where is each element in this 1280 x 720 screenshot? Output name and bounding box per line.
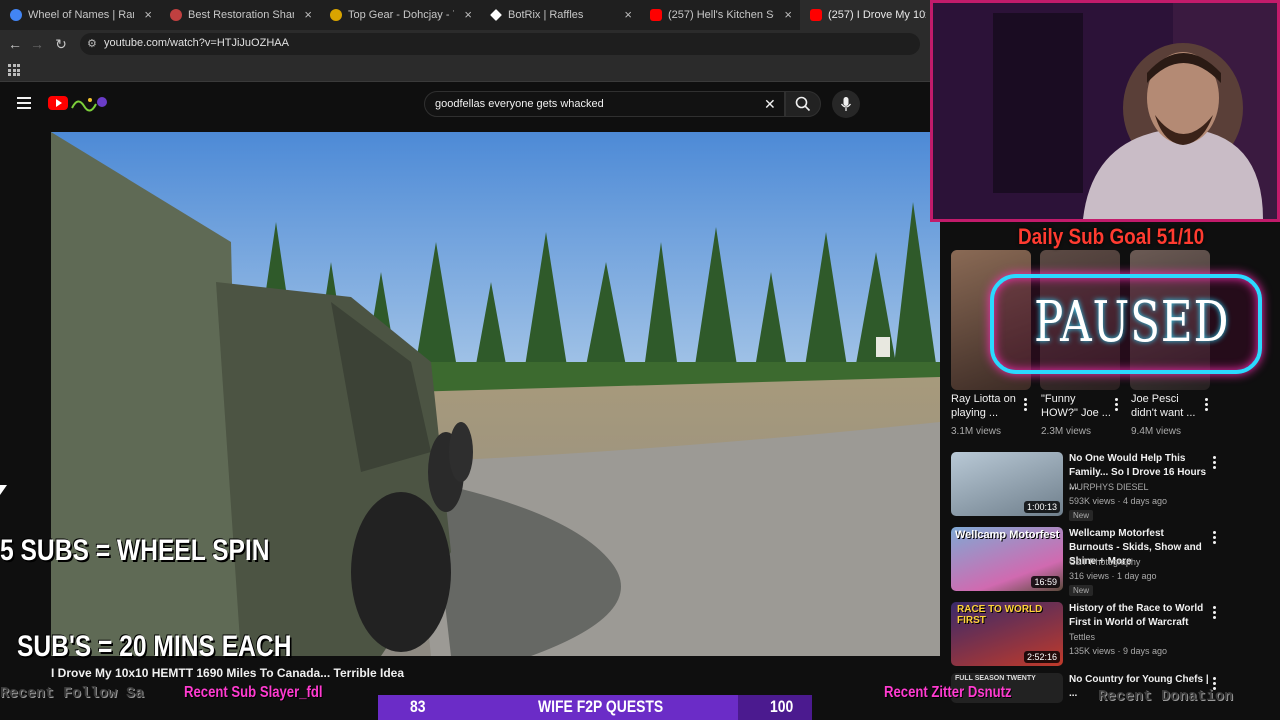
short-views: 2.3M views (1041, 426, 1092, 437)
recent-sub-ticker: Recent Sub Slayer_fdl (184, 684, 323, 701)
video-duration: 16:59 (1031, 576, 1060, 588)
new-badge: New (1069, 510, 1094, 521)
short-title[interactable]: Joe Pesci didn't want ... (1131, 392, 1203, 420)
video-thumbnail[interactable]: 1:00:13 (951, 452, 1063, 516)
forward-icon[interactable]: → (28, 35, 46, 53)
search-button[interactable] (785, 91, 821, 117)
address-bar-row: ← → ↻ ⚙ youtube.com/watch?v=HTJiJuOZHAA (0, 30, 930, 58)
browser-tab[interactable]: Wheel of Names | Random nam × (0, 0, 160, 30)
microphone-icon (840, 97, 852, 111)
close-tab-icon[interactable]: × (304, 7, 312, 22)
wheel-favicon-icon (10, 9, 22, 21)
close-tab-icon[interactable]: × (624, 7, 632, 22)
short-views: 9.4M views (1131, 426, 1182, 437)
tab-title: (257) I Drove My 10x10 HE (828, 9, 926, 21)
url-text: youtube.com/watch?v=HTJiJuOZHAA (104, 37, 289, 49)
close-tab-icon[interactable]: × (784, 7, 792, 22)
recent-donation-ticker: Recent Donation (1098, 688, 1234, 705)
tab-title: Best Restoration Shaman Talent (188, 9, 294, 21)
video-player[interactable] (51, 132, 940, 656)
browser-tab[interactable]: BotRix | Raffles × (480, 0, 640, 30)
more-options-icon[interactable] (1115, 398, 1119, 412)
browser-tab[interactable]: Best Restoration Shaman Talent × (160, 0, 320, 30)
more-options-icon[interactable] (1024, 398, 1028, 412)
mouse-cursor-icon (0, 485, 7, 495)
topgear-favicon-icon (330, 9, 342, 21)
recommended-video[interactable]: Wellcamp Motorfest 16:59 Wellcamp Motorf… (951, 527, 1280, 596)
search-input[interactable]: goodfellas everyone gets whacked (424, 91, 785, 117)
video-meta: 593K views · 4 days ago (1069, 496, 1168, 506)
search-query-text: goodfellas everyone gets whacked (435, 98, 604, 110)
search-icon (795, 96, 811, 112)
browser-tab-bar: Wheel of Names | Random nam × Best Resto… (0, 0, 930, 30)
back-icon[interactable]: ← (6, 35, 24, 53)
youtube-favicon-icon (650, 9, 662, 21)
video-meta: 316 views · 1 day ago (1069, 571, 1157, 581)
tab-title: Wheel of Names | Random nam (28, 9, 134, 21)
video-title: I Drove My 10x10 HEMTT 1690 Miles To Can… (51, 666, 405, 680)
youtube-logo-icon[interactable] (48, 96, 68, 110)
paused-label: PAUSED (1034, 290, 1230, 355)
video-meta: 135K views · 9 days ago (1069, 646, 1168, 656)
daily-sub-goal: Daily Sub Goal 51/10 (1018, 224, 1205, 249)
more-options-icon[interactable] (1213, 531, 1217, 545)
recommended-video[interactable]: 1:00:13 No One Would Help This Family...… (951, 452, 1280, 521)
subs-wheel-spin-text: 5 SUBS = WHEEL SPIN (0, 534, 270, 567)
talent-favicon-icon (170, 9, 182, 21)
hamburger-menu-icon[interactable] (17, 97, 31, 109)
recent-follow-ticker: Recent Follow Sa (0, 685, 145, 702)
channel-name[interactable]: Tettles (1069, 632, 1095, 642)
recommended-video[interactable]: RACE TO WORLD FIRST 2:52:16 History of t… (951, 602, 1280, 668)
thumbnail-text: Wellcamp Motorfest (955, 529, 1060, 541)
channel-name[interactable]: MURPHYS DIESEL (1069, 482, 1149, 492)
browser-tab[interactable]: Top Gear - Dohcjay - 73,000 DP × (320, 0, 480, 30)
quest-label: WIFE F2P QUESTS (538, 697, 664, 716)
botrix-favicon-icon (490, 9, 502, 21)
streamer-webcam (930, 0, 1280, 222)
subs-minutes-text: SUB'S = 20 MINS EACH (17, 630, 292, 663)
webcam-feed (933, 3, 1277, 219)
voice-search-button[interactable] (832, 90, 860, 118)
video-title[interactable]: History of the Race to World First in Wo… (1069, 602, 1209, 630)
bookmarks-bar (0, 58, 930, 82)
apps-grid-icon[interactable] (8, 64, 20, 76)
tab-title: BotRix | Raffles (508, 9, 584, 21)
short-views: 3.1M views (951, 426, 1002, 437)
site-settings-icon[interactable]: ⚙ (87, 37, 97, 50)
new-badge: New (1069, 585, 1094, 596)
recent-zitter-ticker: Recent Zitter Dsnutz (884, 684, 1012, 701)
thumbnail-text: RACE TO WORLD FIRST (957, 604, 1043, 626)
clear-search-icon[interactable]: ✕ (764, 96, 776, 113)
youtube-favicon-icon (810, 9, 822, 21)
video-duration: 1:00:13 (1023, 501, 1060, 513)
youtube-doodle-icon[interactable] (70, 94, 108, 112)
browser-tab[interactable]: (257) Hell's Kitchen Season 18 × (640, 0, 800, 30)
quest-current-value: 83 (410, 697, 426, 716)
quest-progress-bar: 83 WIFE F2P QUESTS 100 (378, 695, 812, 720)
quest-goal-value: 100 (770, 697, 794, 716)
reload-icon[interactable]: ↻ (52, 35, 70, 53)
channel-name[interactable]: C&T Photography (1069, 557, 1140, 567)
more-options-icon[interactable] (1205, 398, 1209, 412)
thumbnail-text: FULL SEASON TWENTY (955, 675, 1036, 682)
video-frame (51, 132, 940, 656)
close-tab-icon[interactable]: × (464, 7, 472, 22)
short-title[interactable]: "Funny HOW?" Joe ... (1041, 392, 1113, 420)
more-options-icon[interactable] (1213, 456, 1217, 470)
url-input[interactable]: ⚙ youtube.com/watch?v=HTJiJuOZHAA (80, 33, 920, 55)
browser-tab-active[interactable]: (257) I Drove My 10x10 HE (800, 0, 930, 30)
screen: Wheel of Names | Random nam × Best Resto… (0, 0, 1280, 720)
tab-title: (257) Hell's Kitchen Season 18 (668, 9, 774, 21)
video-thumbnail[interactable]: RACE TO WORLD FIRST 2:52:16 (951, 602, 1063, 666)
short-title[interactable]: Ray Liotta on playing ... (951, 392, 1023, 420)
video-thumbnail[interactable]: Wellcamp Motorfest 16:59 (951, 527, 1063, 591)
video-duration: 2:52:16 (1023, 651, 1060, 663)
more-options-icon[interactable] (1213, 606, 1217, 620)
tab-title: Top Gear - Dohcjay - 73,000 DP (348, 9, 454, 21)
youtube-header: goodfellas everyone gets whacked ✕ (0, 82, 940, 130)
close-tab-icon[interactable]: × (144, 7, 152, 22)
